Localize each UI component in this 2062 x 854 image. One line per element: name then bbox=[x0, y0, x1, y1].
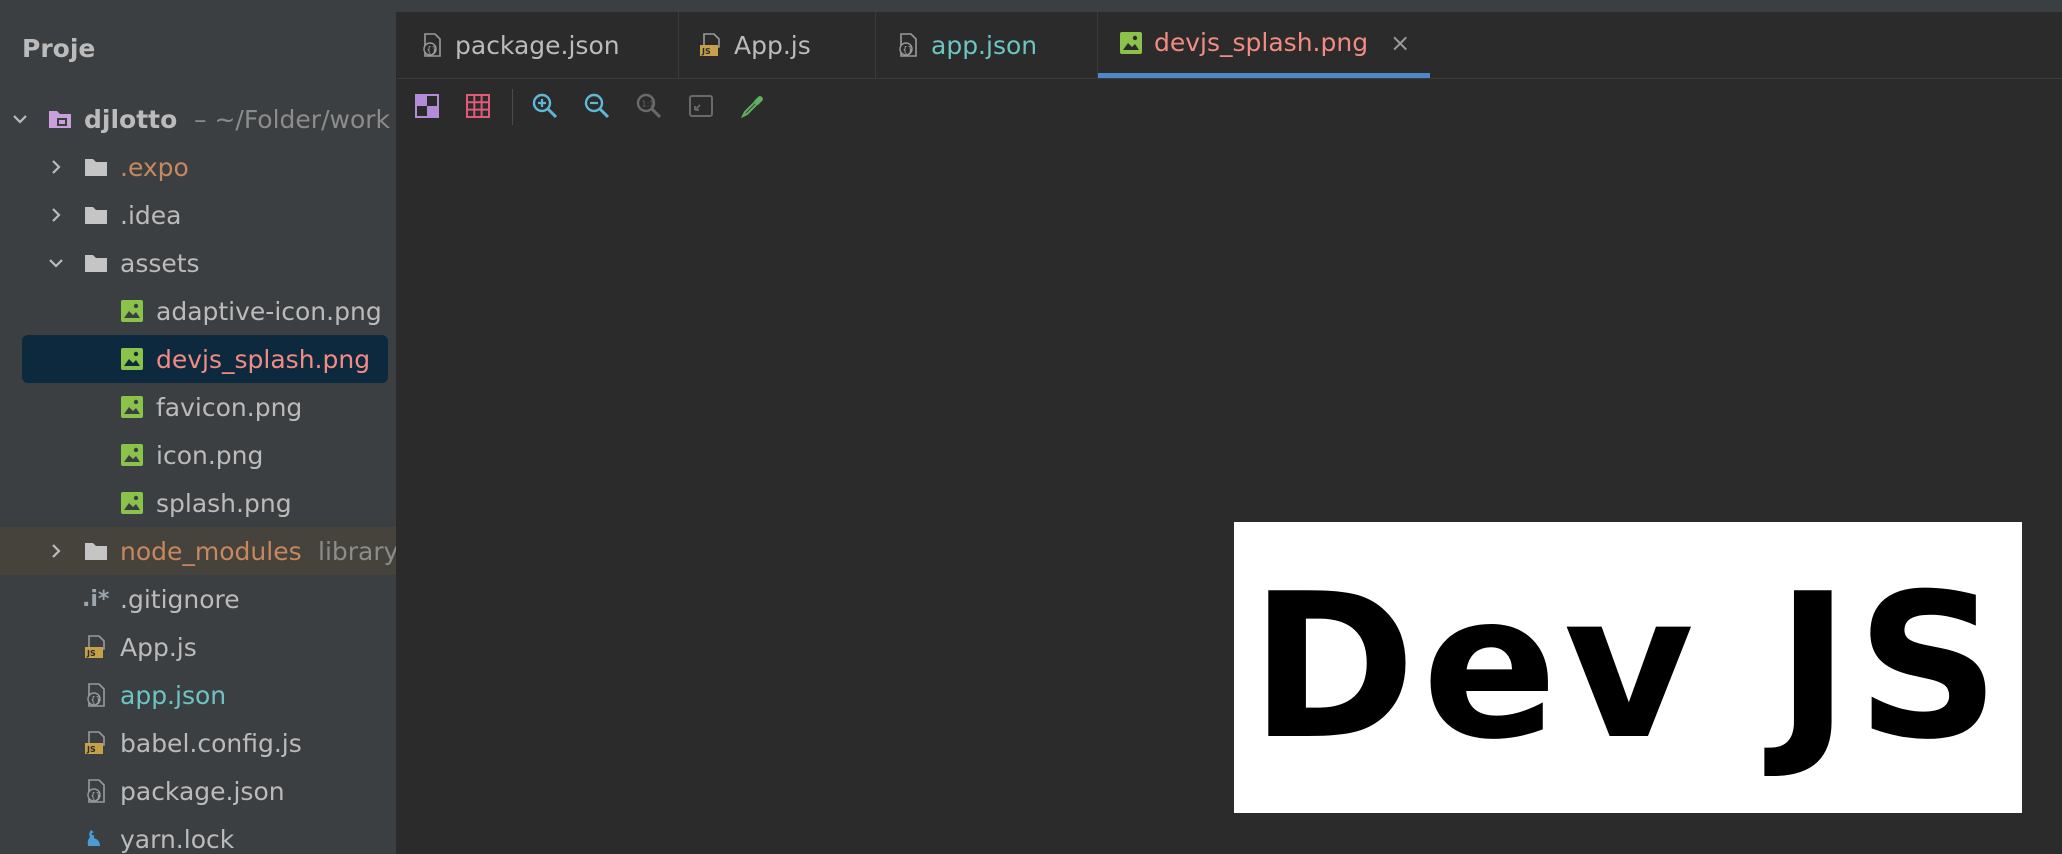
tab-divider bbox=[678, 12, 679, 78]
tree-item-label: favicon.png bbox=[156, 392, 303, 422]
tree-item-label: package.json bbox=[120, 776, 285, 806]
tree-file-app-js[interactable]: JS App.js bbox=[0, 623, 396, 671]
tree-file-app-json[interactable]: {} app.json bbox=[0, 671, 396, 719]
root-project-path: – ~/Folder/work bbox=[194, 104, 390, 134]
image-file-icon bbox=[118, 441, 146, 469]
fit-to-window-icon[interactable] bbox=[686, 91, 716, 121]
folder-icon bbox=[82, 537, 110, 565]
svg-text:{}: {} bbox=[427, 45, 437, 54]
svg-text:1:1: 1:1 bbox=[642, 100, 655, 109]
tree-item-label: babel.config.js bbox=[120, 728, 302, 758]
chevron-right-icon[interactable] bbox=[44, 203, 68, 227]
tree-item-label: App.js bbox=[120, 632, 197, 662]
js-file-icon: JS bbox=[82, 633, 110, 661]
sidebar-title[interactable]: Project bbox=[22, 34, 96, 63]
tab-label: app.json bbox=[931, 30, 1038, 60]
image-file-icon bbox=[118, 489, 146, 517]
zoom-in-icon[interactable] bbox=[530, 91, 560, 121]
toolbar-separator bbox=[512, 89, 513, 125]
json-file-icon: {} bbox=[82, 777, 110, 805]
tree-folder-assets[interactable]: assets bbox=[0, 239, 396, 287]
js-file-icon: JS bbox=[698, 32, 724, 58]
tab-app-json[interactable]: {} app.json bbox=[895, 12, 1037, 78]
tree-root-djlotto[interactable]: djlotto – ~/Folder/work bbox=[0, 95, 396, 143]
tree-item-label: .expo bbox=[120, 152, 189, 182]
chevron-down-icon[interactable] bbox=[8, 107, 32, 131]
tab-label: devjs_splash.png bbox=[1154, 28, 1369, 57]
zoom-out-icon[interactable] bbox=[582, 91, 612, 121]
json-file-icon: {} bbox=[895, 32, 921, 58]
ignore-file-icon: .i* bbox=[82, 586, 110, 612]
json-file-icon: {} bbox=[419, 32, 445, 58]
svg-text:JS: JS bbox=[701, 47, 711, 56]
image-file-icon bbox=[1118, 30, 1144, 56]
tree-item-label: .idea bbox=[120, 200, 182, 230]
svg-text:{}: {} bbox=[91, 791, 101, 800]
image-file-icon bbox=[118, 345, 146, 373]
tree-item-label: adaptive-icon.png bbox=[156, 296, 382, 326]
close-icon[interactable]: × bbox=[1390, 29, 1410, 57]
tree-folder-expo[interactable]: .expo bbox=[0, 143, 396, 191]
tree-item-label: icon.png bbox=[156, 440, 264, 470]
image-file-icon bbox=[118, 393, 146, 421]
tree-file-devjs-splash[interactable]: devjs_splash.png bbox=[0, 335, 396, 383]
tree-item-label: splash.png bbox=[156, 488, 292, 518]
tree-file-icon[interactable]: icon.png bbox=[0, 431, 396, 479]
tab-label: App.js bbox=[734, 30, 811, 60]
tree-file-package-json[interactable]: {} package.json bbox=[0, 767, 396, 815]
js-file-icon: JS bbox=[82, 729, 110, 757]
tab-app-js[interactable]: JS App.js bbox=[698, 12, 811, 78]
tree-file-babel-config[interactable]: JS babel.config.js bbox=[0, 719, 396, 767]
tree-item-label: yarn.lock bbox=[120, 824, 235, 854]
actual-size-icon[interactable]: 1:1 bbox=[634, 91, 664, 121]
chevron-right-icon[interactable] bbox=[44, 539, 68, 563]
tree-file-adaptive-icon[interactable]: adaptive-icon.png bbox=[0, 287, 396, 335]
tree-folder-idea[interactable]: .idea bbox=[0, 191, 396, 239]
editor-tab-bar: {} package.json JS App.js {} app.json de… bbox=[397, 12, 2062, 79]
image-editor-toolbar: 1:1 bbox=[397, 79, 2062, 135]
json-file-icon: {} bbox=[82, 681, 110, 709]
image-file-icon bbox=[118, 297, 146, 325]
tab-label: package.json bbox=[455, 30, 620, 60]
image-preview-canvas: Dev JS bbox=[1234, 522, 2022, 813]
color-picker-icon[interactable] bbox=[738, 91, 768, 121]
yarn-icon bbox=[82, 825, 110, 853]
svg-text:{}: {} bbox=[903, 45, 913, 54]
chevron-down-icon[interactable] bbox=[44, 251, 68, 275]
tree-item-label: assets bbox=[120, 248, 200, 278]
tab-package-json[interactable]: {} package.json bbox=[419, 12, 620, 78]
chevron-right-icon[interactable] bbox=[44, 155, 68, 179]
tree-item-label: node_modules bbox=[120, 536, 302, 566]
tree-file-splash[interactable]: splash.png bbox=[0, 479, 396, 527]
tree-file-yarn-lock[interactable]: yarn.lock bbox=[0, 815, 396, 854]
library-root-hint: library bbox=[318, 536, 397, 566]
tab-divider bbox=[875, 12, 876, 78]
tree-file-gitignore[interactable]: .i* .gitignore bbox=[0, 575, 396, 623]
folder-icon bbox=[82, 249, 110, 277]
tree-folder-node-modules[interactable]: node_modules library bbox=[0, 527, 396, 575]
tree-item-label: app.json bbox=[120, 680, 227, 710]
chessboard-icon[interactable] bbox=[412, 91, 442, 121]
tree-item-label: .gitignore bbox=[120, 584, 240, 614]
module-folder-icon bbox=[46, 105, 74, 133]
svg-text:{}: {} bbox=[91, 695, 101, 704]
project-sidebar: Project djlotto – ~/Folder/work .expo .i… bbox=[0, 12, 397, 854]
svg-text:JS: JS bbox=[86, 649, 96, 658]
splash-image-text: Dev JS bbox=[1249, 550, 2007, 784]
folder-icon bbox=[82, 201, 110, 229]
svg-text:JS: JS bbox=[86, 745, 96, 754]
folder-icon bbox=[82, 153, 110, 181]
root-project-name: djlotto bbox=[84, 104, 178, 134]
tree-item-label: devjs_splash.png bbox=[156, 344, 371, 374]
tab-devjs-splash[interactable]: devjs_splash.png × bbox=[1098, 12, 1431, 78]
tree-file-favicon[interactable]: favicon.png bbox=[0, 383, 396, 431]
grid-icon[interactable] bbox=[463, 91, 493, 121]
